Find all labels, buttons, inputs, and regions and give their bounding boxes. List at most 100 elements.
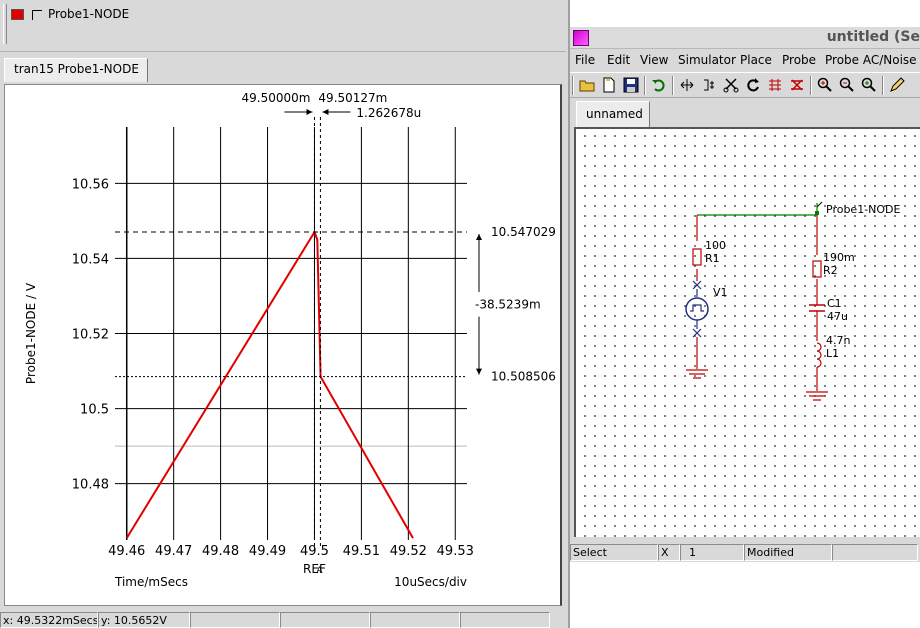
cursor-ref-time: 49.50000m [242,91,311,105]
x-axis-label: Time/mSecs [114,575,188,589]
menu-probe-ac-noise[interactable]: Probe AC/Noise [825,53,917,67]
waveform-viewer-window: Probe1-NODE tran15 Probe1-NODE 10.48 10.5… [0,0,568,628]
capacitor-c1[interactable] [809,304,825,312]
schematic-tab-row: unnamed [570,99,920,127]
x-status-value: 1 [680,544,744,561]
y-readout: y: 10.5652V [98,612,190,628]
inductor-l1[interactable] [816,342,822,368]
tab-label: unnamed [586,107,643,121]
probe-marker [815,201,823,215]
menu-probe[interactable]: Probe [782,53,816,67]
rotate-icon[interactable] [699,75,719,95]
toolbar-handle[interactable] [3,4,7,44]
c1-name[interactable]: C1 [827,297,842,310]
open-icon[interactable] [577,75,597,95]
status-cell-6 [460,612,550,628]
legend-bar: Probe1-NODE [0,0,566,52]
schematic-canvas[interactable]: Probe1-NODE 100 R1 V1 190m R2 C1 47u 4.7… [574,127,920,537]
voltage-source-v1[interactable] [685,297,709,321]
menu-simulator[interactable]: Simulator [678,53,736,67]
app-icon[interactable] [573,30,589,46]
undo-icon[interactable] [649,75,669,95]
toolbar-separator [644,76,646,95]
toolbar-separator [672,76,674,95]
waveform-plot[interactable]: 10.48 10.5 10.52 10.54 10.56 49.46 49.47 49.48… [5,85,561,605]
l1-value[interactable]: 4.7n [826,334,850,347]
ground-symbol-1 [686,369,708,379]
cut-icon[interactable] [721,75,741,95]
pencil-icon[interactable] [887,75,907,95]
y-axis-label: Probe1-NODE / V [24,282,38,384]
y-tick-label: 10.54 [72,252,109,267]
schematic-drawing[interactable]: Probe1-NODE 100 R1 V1 190m R2 C1 47u 4.7… [576,129,920,537]
v1-name[interactable]: V1 [713,286,728,299]
tab-unnamed[interactable]: unnamed [576,101,650,127]
r1-name[interactable]: R1 [705,252,720,265]
menu-bar: File Edit View Simulator Place Probe Pro… [570,50,920,72]
l1-name[interactable]: L1 [826,347,839,360]
toolbar [570,72,920,98]
cursor-a-marker-label: A [316,566,323,576]
wire-icon[interactable] [765,75,785,95]
trace-probe1-node [125,229,414,539]
schematic-editor-window: untitled (Se File Edit View Simulator Pl… [568,0,920,628]
menu-edit[interactable]: Edit [607,53,630,67]
y-tick-label: 10.5 [80,403,109,418]
resistor-r2[interactable] [812,260,822,278]
probe-label[interactable]: Probe1-NODE [826,203,901,216]
status-cell-4 [280,612,370,628]
cursor-delta-value: -38.5239m [475,297,541,311]
y-tick-label: 10.52 [72,328,109,343]
x-scale-label: 10uSecs/div [394,575,467,589]
save-icon[interactable] [621,75,641,95]
y-tick-labels: 10.48 10.5 10.52 10.54 10.56 [72,177,109,492]
x-tick-label: 49.53 [437,544,474,559]
trace-color-swatch[interactable] [11,9,24,20]
r1-value[interactable]: 100 [705,239,726,252]
zoom-out-icon[interactable] [837,75,857,95]
status-cell-3 [190,612,280,628]
status-cell-5 [370,612,460,628]
mode-status: Select [570,544,658,561]
title-bar[interactable]: untitled (Se [570,27,920,49]
cursor-delta-time: 1.262678u [356,106,421,120]
tab-tran15[interactable]: tran15 Probe1-NODE [4,58,148,82]
v1-pin-top [692,280,702,290]
zoom-fit-icon[interactable] [859,75,879,95]
menu-file[interactable]: File [575,53,595,67]
plot-area[interactable]: 10.48 10.5 10.52 10.54 10.56 49.46 49.47 49.48… [4,84,562,606]
x-status-label: X [658,544,680,561]
desktop-background [570,562,920,628]
c1-value[interactable]: 47u [827,310,848,323]
y-tick-label: 10.56 [72,177,109,192]
zoom-in-icon[interactable] [815,75,835,95]
ground-symbol-2 [806,391,828,401]
resistor-r1[interactable] [692,248,702,266]
trace-legend-label: Probe1-NODE [48,7,130,21]
x-tick-label: 49.52 [390,544,427,559]
tab-label: tran15 Probe1-NODE [14,62,139,76]
x-readout: x: 49.5322mSecs [0,612,98,628]
status-cell-5 [832,544,918,561]
toolbar-separator [572,76,574,95]
net-wire [697,203,818,216]
refresh-icon[interactable] [743,75,763,95]
v1-pin-bottom [692,328,702,338]
menu-place[interactable]: Place [740,53,772,67]
r2-name[interactable]: R2 [823,264,838,277]
waveform-tab-row: tran15 Probe1-NODE [0,56,566,82]
x-tick-label: 49.46 [108,544,145,559]
menu-view[interactable]: View [640,53,668,67]
cursor-upper-value: 10.547029 [491,225,556,239]
delete-icon[interactable] [787,75,807,95]
new-icon[interactable] [599,75,619,95]
flip-icon[interactable] [677,75,697,95]
r2-value[interactable]: 190m [823,251,855,264]
trace-visibility-checkbox[interactable] [32,10,42,20]
cursor-lower-value: 10.508506 [491,370,556,384]
x-tick-labels: 49.46 49.47 49.48 49.49 49.5 49.51 49.52 49.53 [108,544,474,559]
x-tick-label: 49.47 [155,544,192,559]
desktop-background [570,0,920,27]
toolbar-separator [810,76,812,95]
horizontal-gridlines [115,182,467,485]
